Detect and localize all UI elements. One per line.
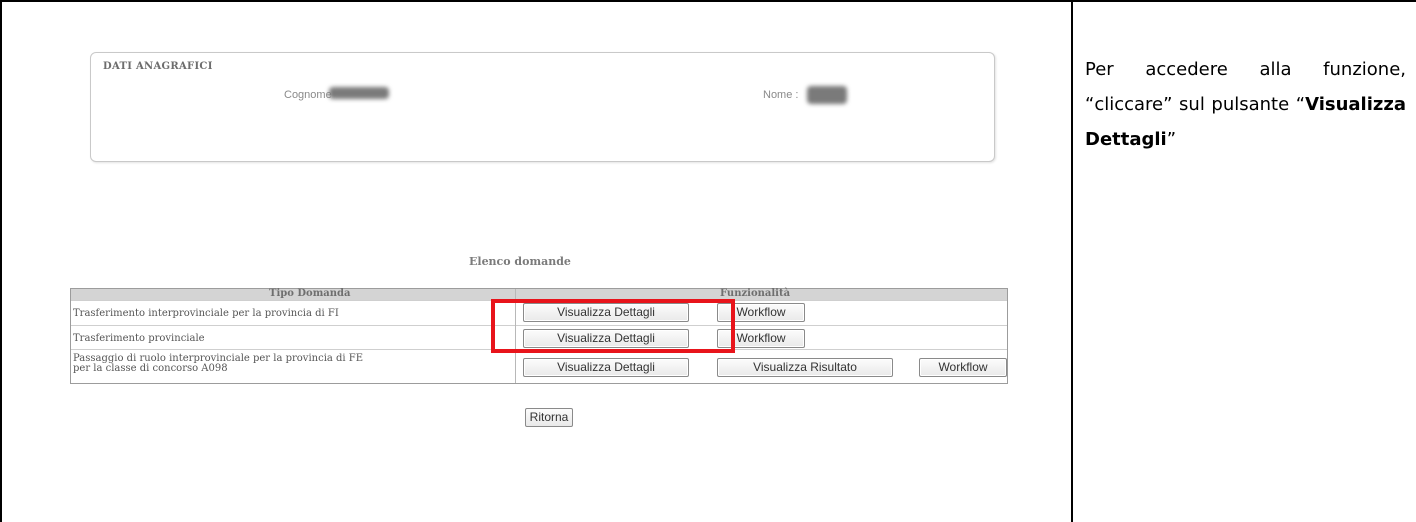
instruction-text: Per accedere alla funzione, “cliccare” s… <box>1085 52 1406 157</box>
table-row: Passaggio di ruolo interprovinciale per … <box>71 349 1007 383</box>
tipo-domanda-cell: Trasferimento provinciale <box>73 333 205 344</box>
tipo-domanda-cell: Passaggio di ruolo interprovinciale per … <box>73 354 363 374</box>
ritorna-button[interactable]: Ritorna <box>525 408 573 427</box>
cell-divider <box>1071 0 1073 522</box>
highlight-box <box>491 299 735 353</box>
screenshot-cell: DATI ANAGRAFICI Cognome Nome : Elenco do… <box>2 2 1071 522</box>
dati-anagrafici-panel: DATI ANAGRAFICI Cognome Nome : <box>90 52 995 162</box>
elenco-domande-title: Elenco domande <box>469 255 571 268</box>
cognome-label: Cognome <box>284 89 332 101</box>
header-funzionalita: Funzionalità <box>720 288 791 299</box>
visualizza-risultato-button[interactable]: Visualizza Risultato <box>717 358 893 377</box>
visualizza-dettagli-button[interactable]: Visualizza Dettagli <box>523 358 689 377</box>
tipo-domanda-line: per la classe di concorso A098 <box>73 363 228 374</box>
instruction-part2: ” <box>1166 129 1177 150</box>
panel-title: DATI ANAGRAFICI <box>103 61 213 72</box>
cognome-value-redacted <box>329 87 389 99</box>
tipo-domanda-cell: Trasferimento interprovinciale per la pr… <box>73 308 339 319</box>
nome-value-redacted <box>807 86 847 104</box>
workflow-button[interactable]: Workflow <box>919 358 1007 377</box>
header-tipo-domanda: Tipo Domanda <box>269 288 351 299</box>
nome-label: Nome : <box>763 89 799 101</box>
